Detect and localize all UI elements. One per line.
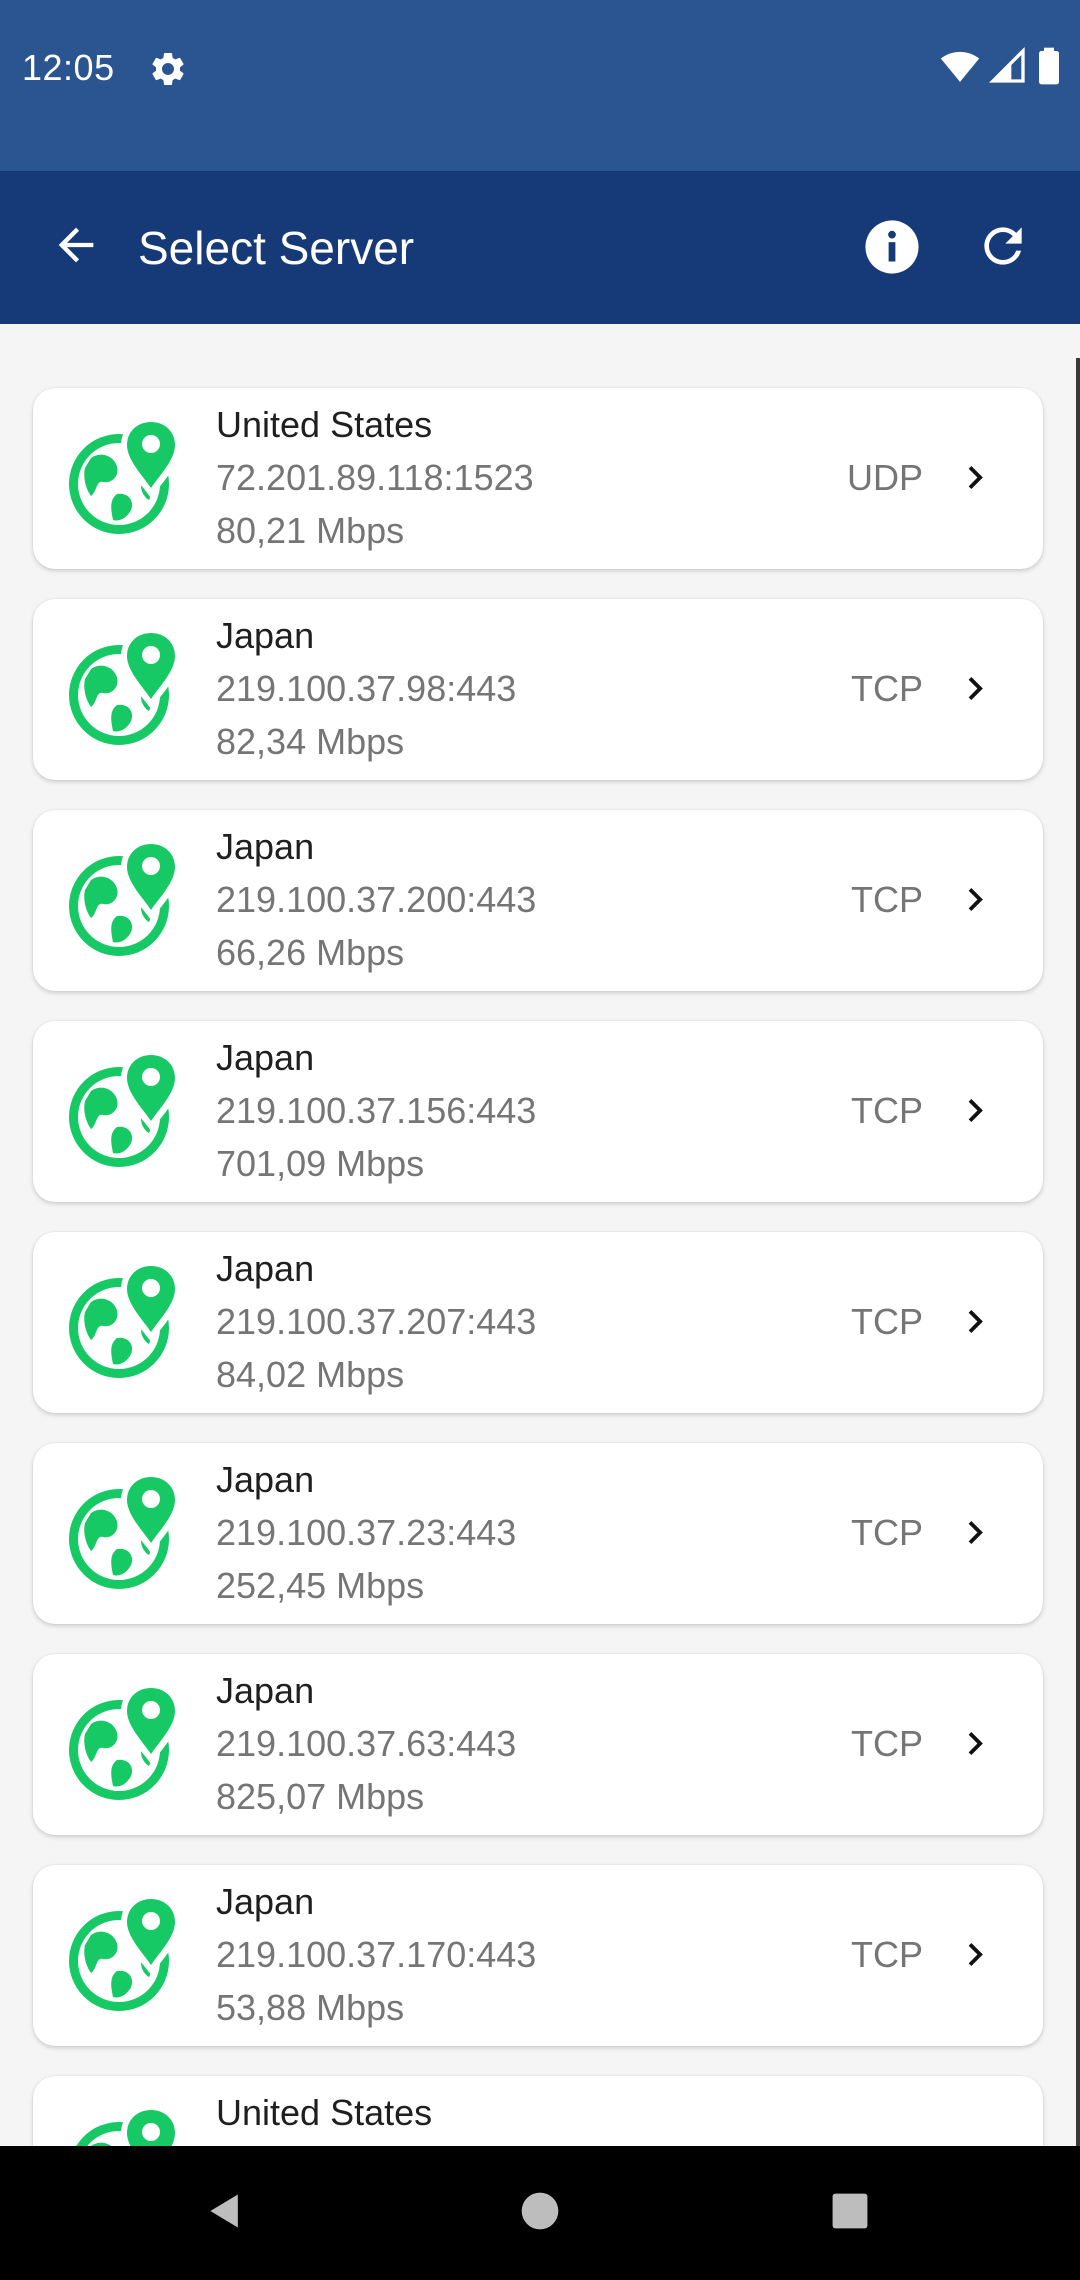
- chevron-right-icon: [957, 458, 997, 498]
- page-title: Select Server: [138, 222, 415, 274]
- info-icon: [863, 218, 921, 281]
- globe-location-icon: [61, 1678, 191, 1808]
- server-speed: 80,21 Mbps: [216, 510, 405, 551]
- status-icons: [940, 46, 1062, 91]
- chevron-right-icon: [957, 1724, 997, 1764]
- server-address: 219.100.37.98:443: [216, 668, 517, 709]
- chevron-right-icon: [957, 669, 997, 709]
- server-address: 219.100.37.170:443: [216, 1934, 537, 1975]
- cell-signal-icon: [988, 46, 1028, 91]
- server-speed: 84,02 Mbps: [216, 1354, 405, 1395]
- server-address: 219.100.37.23:443: [216, 1512, 517, 1553]
- server-country: Japan: [216, 1670, 315, 1711]
- battery-icon: [1036, 46, 1062, 91]
- server-protocol: UDP: [846, 457, 923, 498]
- server-list[interactable]: United States 72.201.89.118:1523 80,21 Mbp…: [0, 324, 1080, 2146]
- server-speed: 825,07 Mbps: [216, 1776, 425, 1817]
- server-address: 219.100.37.207:443: [216, 1301, 537, 1342]
- server-address: 219.100.37.156:443: [216, 1090, 537, 1131]
- server-speed: 701,09 Mbps: [216, 1143, 425, 1184]
- wifi-icon: [940, 46, 980, 91]
- globe-location-icon: [61, 412, 191, 542]
- server-speed: 66,26 Mbps: [216, 932, 405, 973]
- server-speed: 53,88 Mbps: [216, 1987, 405, 2028]
- server-protocol: TCP: [851, 1090, 923, 1131]
- server-card[interactable]: Japan 219.100.37.23:443 252,45 Mbps TCP: [33, 1443, 1043, 1624]
- chevron-right-icon: [957, 880, 997, 920]
- server-card[interactable]: United States: [33, 2076, 1043, 2146]
- status-time: 12:05: [22, 47, 115, 88]
- server-protocol: TCP: [851, 1301, 923, 1342]
- server-country: Japan: [216, 1881, 315, 1922]
- globe-location-icon: [61, 1256, 191, 1386]
- chevron-right-icon: [957, 1091, 997, 1131]
- server-protocol: TCP: [851, 1723, 923, 1764]
- server-country: Japan: [216, 826, 315, 867]
- nav-recents-button[interactable]: [790, 2146, 910, 2280]
- server-address: 219.100.37.200:443: [216, 879, 537, 920]
- back-triangle-icon: [203, 2189, 247, 2238]
- server-speed: 82,34 Mbps: [216, 721, 405, 762]
- globe-location-icon: [61, 834, 191, 964]
- server-card[interactable]: Japan 219.100.37.200:443 66,26 Mbps TCP: [33, 810, 1043, 991]
- server-country: Japan: [216, 615, 315, 656]
- server-country: United States: [216, 404, 433, 445]
- globe-location-icon: [61, 2100, 191, 2146]
- server-card[interactable]: Japan 219.100.37.207:443 84,02 Mbps TCP: [33, 1232, 1043, 1413]
- globe-location-icon: [61, 1889, 191, 2019]
- refresh-button[interactable]: [964, 209, 1042, 287]
- server-country: Japan: [216, 1459, 315, 1500]
- info-button[interactable]: [854, 211, 930, 287]
- server-country: United States: [216, 2092, 433, 2133]
- chevron-right-icon: [957, 1935, 997, 1975]
- back-arrow-icon: [50, 219, 102, 276]
- scrollbar[interactable]: [1076, 358, 1080, 2146]
- gear-icon: [148, 49, 188, 89]
- refresh-icon: [975, 218, 1031, 279]
- chevron-right-icon: [957, 1513, 997, 1553]
- server-card[interactable]: United States 72.201.89.118:1523 80,21 Mbp…: [33, 388, 1043, 569]
- globe-location-icon: [61, 623, 191, 753]
- nav-home-button[interactable]: [480, 2146, 600, 2280]
- globe-location-icon: [61, 1045, 191, 1175]
- app-bar: Select Server: [0, 171, 1080, 324]
- server-country: Japan: [216, 1037, 315, 1078]
- server-protocol: TCP: [851, 879, 923, 920]
- globe-location-icon: [61, 1467, 191, 1597]
- status-bar: 12:05: [0, 0, 1080, 171]
- back-button[interactable]: [38, 209, 114, 285]
- server-address: 219.100.37.63:443: [216, 1723, 517, 1764]
- home-circle-icon: [518, 2189, 562, 2238]
- navigation-bar: [0, 2146, 1080, 2280]
- server-card[interactable]: Japan 219.100.37.63:443 825,07 Mbps TCP: [33, 1654, 1043, 1835]
- server-card[interactable]: Japan 219.100.37.156:443 701,09 Mbps TCP: [33, 1021, 1043, 1202]
- server-card[interactable]: Japan 219.100.37.170:443 53,88 Mbps TCP: [33, 1865, 1043, 2046]
- nav-back-button[interactable]: [165, 2146, 285, 2280]
- server-protocol: TCP: [851, 1934, 923, 1975]
- server-country: Japan: [216, 1248, 315, 1289]
- server-address: 72.201.89.118:1523: [216, 457, 534, 498]
- chevron-right-icon: [957, 1302, 997, 1342]
- server-card[interactable]: Japan 219.100.37.98:443 82,34 Mbps TCP: [33, 599, 1043, 780]
- recents-square-icon: [828, 2189, 872, 2238]
- server-protocol: TCP: [851, 1512, 923, 1553]
- server-protocol: TCP: [851, 668, 923, 709]
- server-speed: 252,45 Mbps: [216, 1565, 425, 1606]
